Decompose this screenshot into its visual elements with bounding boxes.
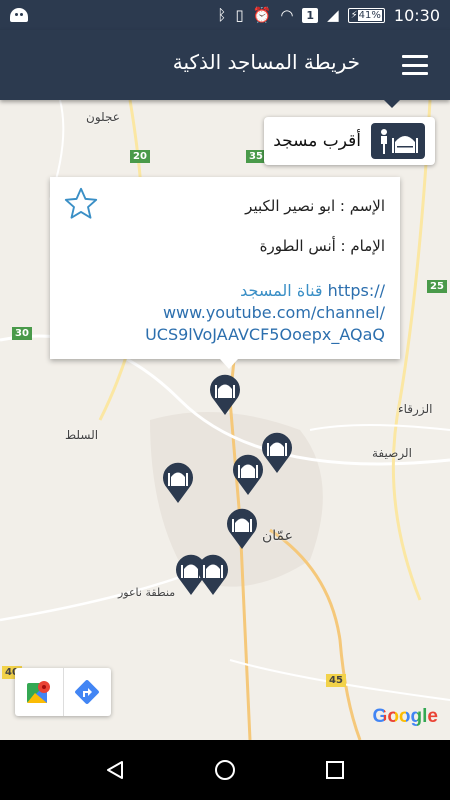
google-maps-icon: [26, 681, 50, 703]
home-button[interactable]: [210, 755, 240, 785]
recents-icon: [326, 761, 344, 779]
open-in-maps-button[interactable]: [15, 668, 64, 716]
google-attribution: Google: [372, 706, 438, 727]
android-icon: [10, 8, 28, 22]
app-title: خريطة المساجد الذكية: [172, 50, 360, 74]
channel-label: قناة المسجد: [240, 281, 323, 300]
nearest-mosque-button[interactable]: أقرب مسجد: [264, 117, 435, 165]
alarm-icon: ⏰: [252, 5, 272, 24]
channel-url-part-2: www.youtube.com/channel/: [162, 303, 385, 322]
channel-url-part-1: https://: [327, 281, 385, 300]
favorite-star-icon[interactable]: [62, 185, 100, 223]
place-zarqa: الزرقاء: [398, 402, 433, 416]
road-shield-20: 20: [130, 150, 150, 163]
battery-percent: 41%: [357, 9, 382, 21]
recents-button[interactable]: [320, 755, 350, 785]
mosque-info-window: الإسم : ابو نصير الكبير الإمام : أنس الط…: [50, 177, 400, 359]
place-rusaifa: الرصيفة: [372, 446, 412, 460]
road-shield-25: 25: [427, 280, 447, 293]
road-shield-30: 30: [12, 327, 32, 340]
place-ajloun: عجلون: [86, 110, 120, 124]
imam-name: الإمام : أنس الطورة: [259, 237, 385, 255]
mosque-marker[interactable]: [225, 506, 259, 550]
channel-link[interactable]: قناة المسجد https:// www.youtube.com/cha…: [145, 280, 385, 346]
signal-icon: ◢: [327, 5, 339, 24]
back-icon: [107, 761, 123, 779]
mosque-marker[interactable]: [196, 552, 230, 596]
sim-badge: 1: [302, 7, 319, 23]
place-naour: منطقة ناعور: [118, 586, 176, 599]
map-toolbar: [15, 668, 111, 716]
bluetooth-icon: ᛒ: [217, 5, 227, 24]
place-amman: عمّان: [262, 528, 293, 544]
directions-button[interactable]: [64, 668, 112, 716]
vibrate-icon: ▯: [235, 5, 244, 24]
road-shield-35: 35: [246, 150, 266, 163]
mosque-marker[interactable]: [208, 372, 242, 416]
road-shield-45: 45: [326, 674, 346, 687]
clock: 10:30: [393, 5, 440, 25]
mosque-marker[interactable]: [161, 460, 195, 504]
home-icon: [215, 760, 235, 780]
mosque-name: الإسم : ابو نصير الكبير: [245, 197, 385, 215]
battery-indicator: ⚡ 41%: [347, 7, 385, 23]
google-logo: Google: [373, 706, 438, 728]
menu-button[interactable]: [402, 55, 428, 75]
channel-url-part-3: UCS9lVoJAAVCF5Ooepx_AQaQ: [145, 325, 385, 344]
mosque-marker[interactable]: [231, 452, 265, 496]
nearest-mosque-label: أقرب مسجد: [273, 131, 361, 151]
place-salt: السلط: [65, 428, 99, 442]
directions-icon: [75, 680, 100, 704]
status-bar: ᛒ ▯ ⏰ ◠ 1 ◢ ⚡ 41% 10:30: [0, 0, 450, 30]
wifi-icon: ◠: [280, 5, 294, 24]
mosque-person-icon: [371, 123, 425, 159]
mosque-marker[interactable]: [260, 430, 294, 474]
back-button[interactable]: [100, 755, 130, 785]
app-bar: خريطة المساجد الذكية: [0, 30, 450, 100]
menu-icon: [402, 55, 428, 58]
system-nav-bar: [0, 740, 450, 800]
